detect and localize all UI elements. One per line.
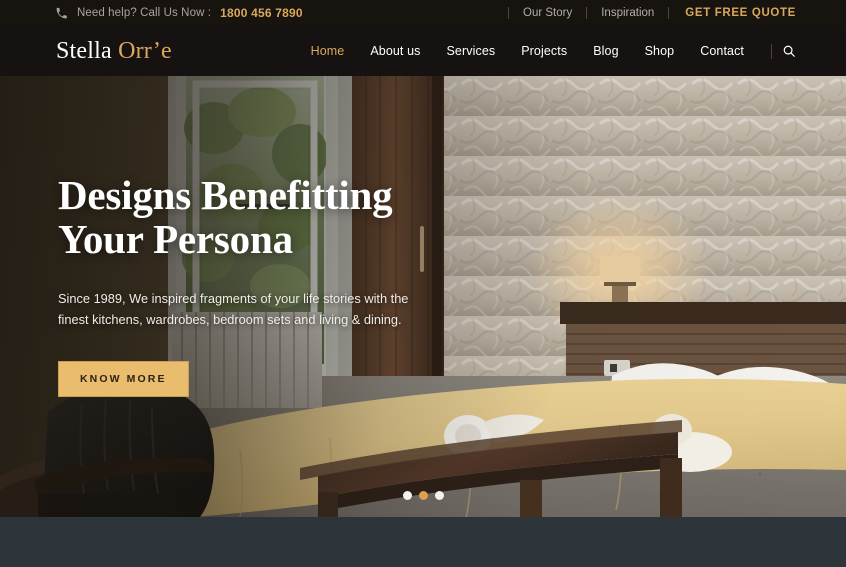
nav-item-projects[interactable]: Projects: [508, 44, 580, 58]
get-free-quote-button[interactable]: GET FREE QUOTE: [669, 7, 796, 19]
phone-number[interactable]: 1800 456 7890: [220, 6, 303, 20]
logo-text-secondary: Orr’e: [118, 37, 172, 64]
top-link-inspiration[interactable]: Inspiration: [587, 7, 668, 19]
hero-title-line-2: Your Persona: [58, 215, 293, 262]
nav-item-services[interactable]: Services: [434, 44, 509, 58]
slider-dot-2[interactable]: [418, 491, 428, 500]
help-text: Need help? Call Us Now :: [77, 7, 212, 19]
top-bar-links: Our Story Inspiration GET FREE QUOTE: [508, 7, 796, 19]
site-logo[interactable]: Stella Orr’e: [56, 38, 172, 65]
slider-dot-1[interactable]: [402, 491, 412, 500]
search-icon: [782, 44, 796, 58]
slider-pagination: [0, 491, 846, 500]
hero-slider: Designs Benefitting Your Persona Since 1…: [0, 76, 846, 517]
phone-icon: [55, 7, 68, 20]
nav-item-contact[interactable]: Contact: [687, 44, 757, 58]
hero-title: Designs Benefitting Your Persona: [58, 174, 528, 261]
nav-item-home[interactable]: Home: [298, 44, 358, 58]
divider: [771, 43, 772, 59]
top-bar-contact: Need help? Call Us Now : 1800 456 7890: [55, 6, 303, 20]
nav-item-blog[interactable]: Blog: [580, 44, 631, 58]
logo-text-primary: Stella: [56, 37, 112, 64]
site-header: Stella Orr’e Home About us Services Proj…: [0, 26, 846, 76]
slider-dot-3[interactable]: [434, 491, 444, 500]
main-navigation: Home About us Services Projects Blog Sho…: [298, 43, 798, 59]
top-bar: Need help? Call Us Now : 1800 456 7890 O…: [0, 0, 846, 26]
below-hero-section: [0, 517, 846, 567]
hero-subtitle: Since 1989, We inspired fragments of you…: [58, 288, 438, 330]
top-link-our-story[interactable]: Our Story: [509, 7, 586, 19]
hero-subtitle-line-2: kitchens, wardrobes, bedroom sets and li…: [92, 312, 402, 328]
hero-content: Designs Benefitting Your Persona Since 1…: [58, 76, 528, 517]
nav-item-about-us[interactable]: About us: [357, 44, 433, 58]
know-more-button[interactable]: KNOW MORE: [58, 360, 189, 397]
hero-title-line-1: Designs Benefitting: [58, 172, 393, 219]
search-button[interactable]: [780, 44, 798, 58]
nav-item-shop[interactable]: Shop: [632, 44, 688, 58]
